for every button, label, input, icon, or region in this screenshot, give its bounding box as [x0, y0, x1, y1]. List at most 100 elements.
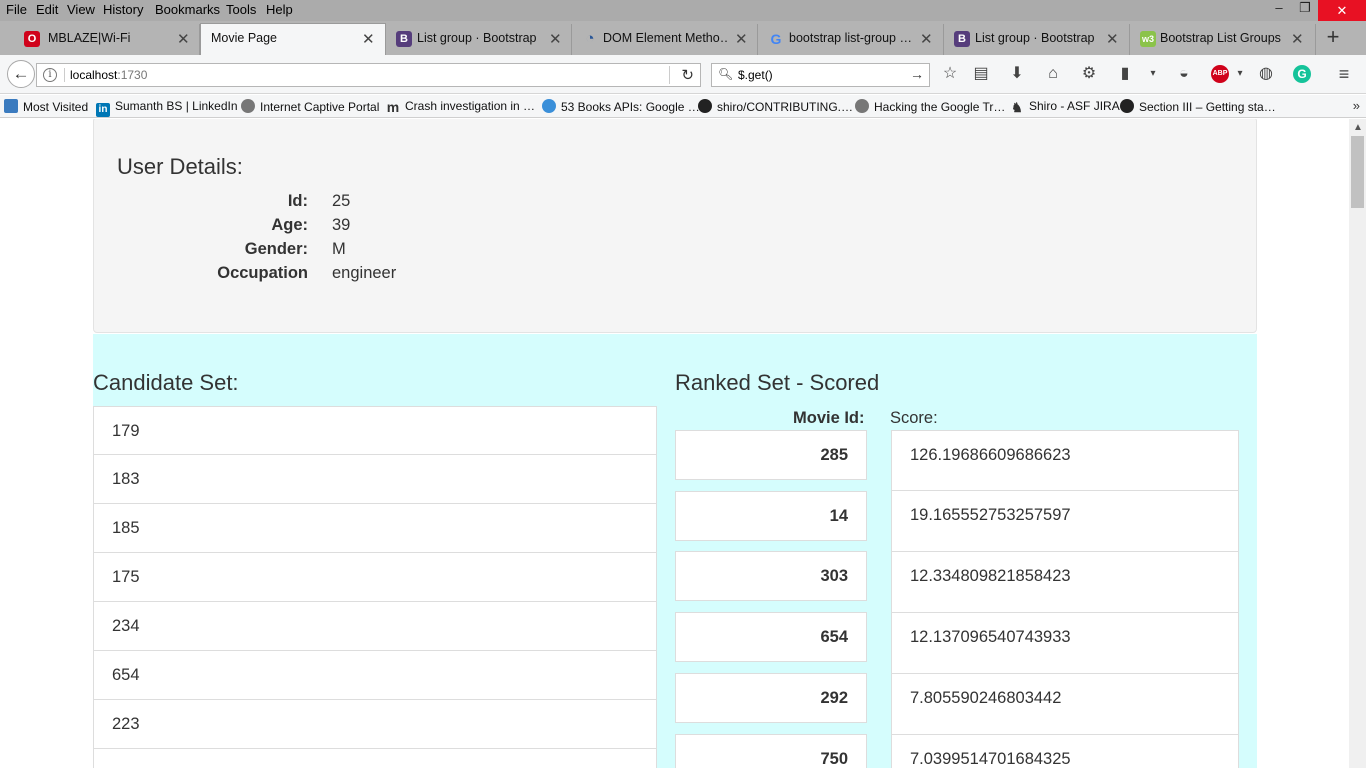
grammarly-icon[interactable]: G	[1293, 65, 1311, 83]
bookmark-most-visited[interactable]: Most Visited	[4, 99, 88, 114]
score-cell[interactable]: 12.334809821858423	[891, 552, 1239, 613]
menu-history[interactable]: History	[103, 2, 143, 17]
movie-id-cell[interactable]: 14	[675, 491, 867, 541]
bookmark-shiro-contributing[interactable]: shiro/CONTRIBUTING.…	[698, 99, 853, 114]
list-item[interactable]: 179	[93, 406, 657, 455]
movie-id-cell[interactable]: 303	[675, 551, 867, 601]
medium-icon: m	[386, 99, 400, 115]
search-query: $.get()	[738, 68, 773, 82]
list-item[interactable]: 223	[93, 700, 657, 749]
close-tab-icon[interactable]: ✕	[920, 30, 933, 48]
list-item[interactable]: 234	[93, 602, 657, 651]
linkedin-icon: in	[96, 103, 110, 117]
reload-icon[interactable]: ↻	[681, 66, 694, 84]
chevron-down-icon[interactable]: ▾	[1231, 65, 1249, 83]
tab-google-search[interactable]: G bootstrap list-group … ✕	[758, 24, 944, 55]
movie-id-cell[interactable]: 750	[675, 734, 867, 768]
search-go-icon[interactable]: →	[910, 66, 924, 82]
bookmark-label: shiro/CONTRIBUTING.…	[717, 100, 854, 114]
hamburger-menu-icon[interactable]: ≡	[1335, 65, 1353, 83]
apache-feather-icon: ♞	[1011, 100, 1023, 115]
close-tab-icon[interactable]: ✕	[1106, 30, 1119, 48]
address-bar[interactable]: i localhost:1730 ↻	[36, 63, 701, 87]
bookmark-star-icon[interactable]: ☆	[941, 65, 959, 83]
list-item[interactable]: 654	[93, 651, 657, 700]
movie-id-cell[interactable]: 292	[675, 673, 867, 723]
score-cell[interactable]: 7.0399514701684325	[891, 735, 1239, 768]
field-label: Age:	[271, 216, 308, 234]
score-cell[interactable]: 12.137096540743933	[891, 613, 1239, 674]
field-value: engineer	[332, 264, 397, 282]
close-window-button[interactable]: ✕	[1318, 0, 1366, 21]
bookmark-label: Shiro - ASF JIRA	[1029, 99, 1120, 113]
search-bar[interactable]: 🔍︎ $.get() →	[711, 63, 930, 87]
opera-icon: O	[24, 31, 40, 47]
close-tab-icon[interactable]: ✕	[735, 30, 748, 48]
menu-file[interactable]: File	[6, 2, 27, 17]
tab-bootstrap-list-groups[interactable]: w3 Bootstrap List Groups ✕	[1130, 24, 1316, 55]
menu-help[interactable]: Help	[266, 2, 293, 17]
movie-id-cell[interactable]: 654	[675, 612, 867, 662]
movie-id-cell[interactable]: 285	[675, 430, 867, 480]
tab-title: DOM Element Metho…	[603, 31, 728, 45]
menu-edit[interactable]: Edit	[36, 2, 58, 17]
download-icon[interactable]: ⬇	[1008, 65, 1026, 83]
scroll-up-icon[interactable]: ▲	[1353, 122, 1363, 133]
score-cell[interactable]: 7.805590246803442	[891, 674, 1239, 735]
score-cell[interactable]: 126.19686609686623	[891, 430, 1239, 491]
globe-icon[interactable]: ◍	[1257, 65, 1275, 83]
bookmark-section-iii[interactable]: Section III – Getting sta…	[1120, 99, 1276, 114]
menu-bookmarks[interactable]: Bookmarks	[155, 2, 220, 17]
user-field-occupation: Occupation engineer	[94, 264, 694, 288]
url-text: localhost:1730	[70, 68, 147, 82]
bookmark-captive-portal[interactable]: Internet Captive Portal	[241, 99, 379, 114]
minimize-button[interactable]: –	[1266, 0, 1292, 21]
pocket-icon[interactable]: ◒	[1175, 65, 1193, 83]
tab-title: Bootstrap List Groups	[1160, 31, 1281, 45]
bookmarks-overflow-icon[interactable]: »	[1353, 98, 1360, 113]
reading-list-icon[interactable]: ▤	[972, 65, 990, 83]
sync-icon[interactable]: ⚙	[1080, 65, 1098, 83]
recommendation-section: Candidate Set: 179 183 185 175 234 654 2…	[93, 334, 1257, 768]
bookmark-label: Sumanth BS | LinkedIn	[115, 99, 238, 113]
folder-icon	[4, 99, 18, 113]
vertical-scrollbar[interactable]: ▲	[1349, 119, 1366, 768]
list-item[interactable]: 175	[93, 553, 657, 602]
list-item[interactable]: 183	[93, 455, 657, 504]
tab-list-group-bootstrap-2[interactable]: B List group · Bootstrap ✕	[944, 24, 1130, 55]
puzzle-icon	[542, 99, 556, 113]
separator	[64, 68, 65, 82]
w3schools-icon: w3	[1140, 31, 1156, 47]
tab-dom-element-methods[interactable]: ◔ DOM Element Metho… ✕	[572, 24, 758, 55]
close-tab-icon[interactable]: ✕	[177, 30, 190, 48]
close-tab-icon[interactable]: ✕	[549, 30, 562, 48]
tab-title: Movie Page	[211, 31, 278, 45]
list-item[interactable]	[93, 749, 657, 768]
bookmark-label: Internet Captive Portal	[260, 100, 380, 114]
home-icon[interactable]: ⌂	[1044, 65, 1062, 83]
menu-tools[interactable]: Tools	[226, 2, 256, 17]
bookmark-linkedin[interactable]: in Sumanth BS | LinkedIn	[96, 99, 238, 117]
close-tab-icon[interactable]: ✕	[362, 30, 375, 48]
tab-movie-page[interactable]: Movie Page ✕	[200, 23, 386, 55]
close-tab-icon[interactable]: ✕	[1291, 30, 1304, 48]
score-cell[interactable]: 19.165552753257597	[891, 491, 1239, 552]
back-button[interactable]: ←	[7, 60, 35, 88]
new-tab-button[interactable]: +	[1322, 24, 1344, 50]
clipboard-icon[interactable]: ▮	[1116, 65, 1134, 83]
bookmark-hacking-google[interactable]: Hacking the Google Tr…	[855, 99, 1005, 114]
bookmark-crash-investigation[interactable]: m Crash investigation in …	[386, 99, 535, 114]
adblock-icon[interactable]: ABP	[1211, 65, 1229, 83]
menu-bar: File Edit View History Bookmarks Tools H…	[0, 0, 1366, 21]
site-info-icon[interactable]: i	[43, 68, 57, 82]
bookmark-shiro-jira[interactable]: ♞ Shiro - ASF JIRA	[1010, 99, 1120, 115]
tab-mblaze[interactable]: O MBLAZE|Wi-Fi ✕	[14, 24, 200, 55]
tab-list-group-bootstrap[interactable]: B List group · Bootstrap ✕	[386, 24, 572, 55]
menu-view[interactable]: View	[67, 2, 95, 17]
list-item[interactable]: 185	[93, 504, 657, 553]
restore-button[interactable]: ❐	[1292, 0, 1318, 21]
scrollbar-thumb[interactable]	[1351, 136, 1364, 208]
globe-icon	[855, 99, 869, 113]
bookmark-books-apis[interactable]: 53 Books APIs: Google …	[542, 99, 700, 114]
chevron-down-icon[interactable]: ▾	[1144, 65, 1162, 83]
